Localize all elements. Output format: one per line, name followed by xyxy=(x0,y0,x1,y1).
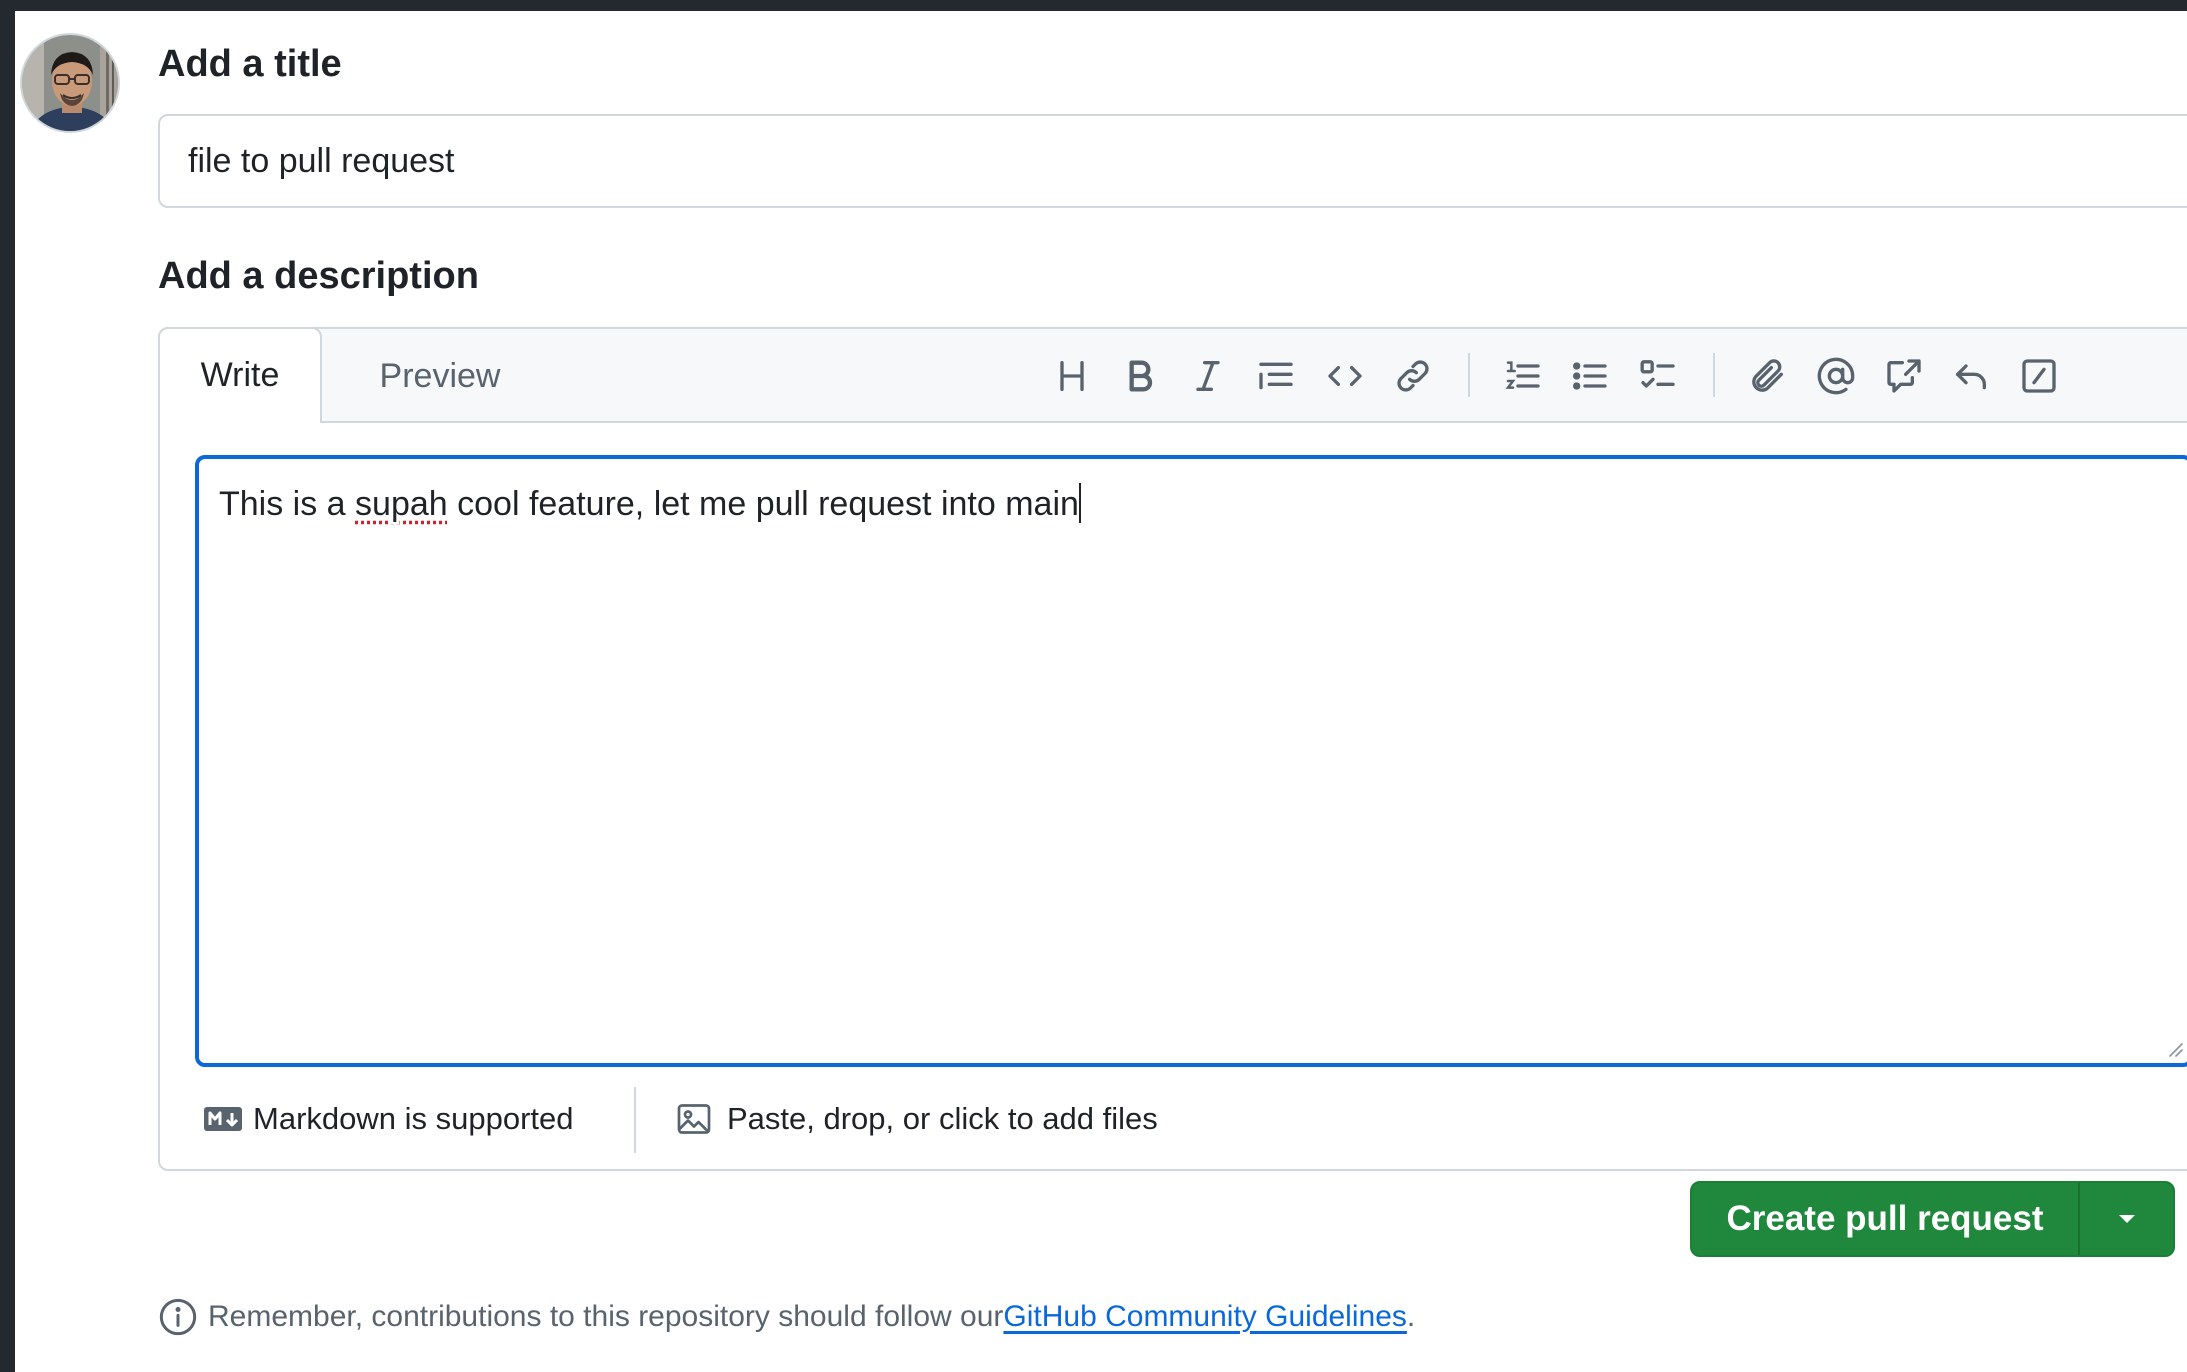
description-editor: Write Preview This is a supah cool featu… xyxy=(158,327,2187,1171)
code-icon[interactable] xyxy=(1320,351,1370,401)
title-label: Add a title xyxy=(158,43,342,85)
title-input[interactable]: file to pull request xyxy=(158,114,2187,208)
description-text-rest: cool feature, let me pull request into m… xyxy=(447,485,1079,523)
mention-icon[interactable] xyxy=(1811,351,1861,401)
task-list-icon[interactable] xyxy=(1633,351,1683,401)
community-guidelines-link[interactable]: GitHub Community Guidelines xyxy=(1003,1300,1407,1334)
description-text: This is a xyxy=(219,485,356,523)
numbered-list-icon[interactable] xyxy=(1498,351,1548,401)
text-caret xyxy=(1078,483,1081,523)
resize-grip-icon[interactable] xyxy=(2165,1039,2183,1057)
pull-request-form: Add a title file to pull request Add a d… xyxy=(15,11,2187,1372)
create-pull-request-button[interactable]: Create pull request xyxy=(1692,1183,2080,1255)
user-avatar[interactable] xyxy=(20,33,120,133)
toolbar-divider xyxy=(1468,353,1470,397)
markdown-hint-label: Markdown is supported xyxy=(253,1101,574,1136)
description-label: Add a description xyxy=(158,255,479,297)
reference-icon[interactable] xyxy=(1879,351,1929,401)
description-textarea[interactable]: This is a supah cool feature, let me pul… xyxy=(195,455,2187,1067)
editor-header: Write Preview xyxy=(158,327,2187,423)
italic-icon[interactable] xyxy=(1183,351,1233,401)
community-guidelines-note: Remember, contributions to this reposito… xyxy=(158,1293,1415,1341)
info-icon xyxy=(159,1298,197,1336)
tab-preview[interactable]: Preview xyxy=(350,329,530,423)
markdown-icon xyxy=(204,1107,242,1131)
footer-divider xyxy=(634,1087,636,1153)
markdown-hint[interactable]: Markdown is supported xyxy=(203,1097,574,1141)
heading-icon[interactable] xyxy=(1047,351,1097,401)
toolbar-divider xyxy=(1713,353,1715,397)
misspelled-word: supah xyxy=(355,485,448,523)
add-files-label: Paste, drop, or click to add files xyxy=(727,1101,1158,1136)
reply-icon[interactable] xyxy=(1946,351,1996,401)
guideline-suffix: . xyxy=(1406,1300,1416,1333)
guideline-text: Remember, contributions to this reposito… xyxy=(208,1300,1004,1333)
image-icon xyxy=(677,1104,711,1134)
tab-write[interactable]: Write xyxy=(158,327,322,423)
create-options-dropdown[interactable] xyxy=(2080,1183,2173,1255)
bold-icon[interactable] xyxy=(1115,351,1165,401)
add-files-hint[interactable]: Paste, drop, or click to add files xyxy=(675,1097,1158,1141)
create-pull-request-button-group: Create pull request xyxy=(1690,1181,2175,1257)
link-icon[interactable] xyxy=(1388,351,1438,401)
editor-footer: Markdown is supported Paste, drop, or cl… xyxy=(160,1069,2187,1169)
unordered-list-icon[interactable] xyxy=(1565,351,1615,401)
quote-icon[interactable] xyxy=(1251,351,1301,401)
attach-icon[interactable] xyxy=(1743,351,1793,401)
slash-command-icon[interactable] xyxy=(2014,351,2064,401)
triangle-down-icon xyxy=(2118,1215,2135,1223)
